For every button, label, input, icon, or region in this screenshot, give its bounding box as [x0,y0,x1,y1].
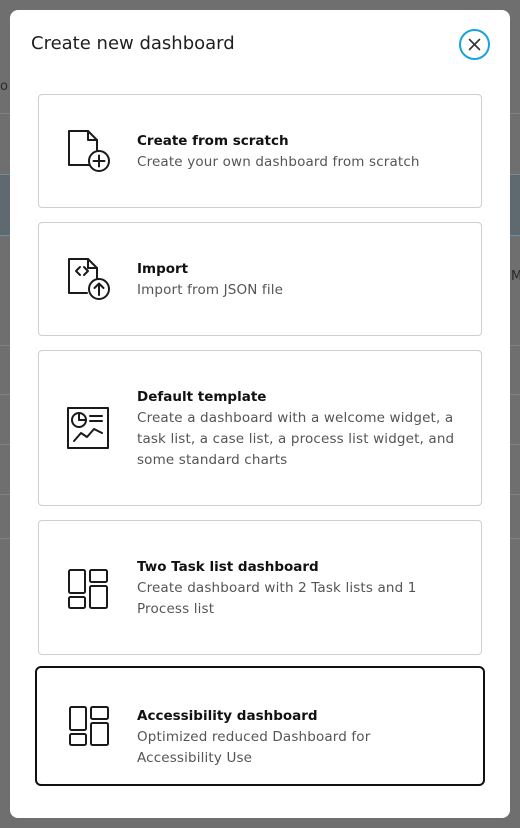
option-description: Optimized reduced Dashboard for Accessib… [137,729,371,766]
option-title: Default template [137,389,267,405]
background-text-fragment: M [511,269,520,284]
option-title: Create from scratch [137,133,289,149]
close-button[interactable] [459,29,490,60]
background-text-fragment: o [0,79,8,94]
create-dashboard-dialog: Create new dashboard Create from scratch… [10,10,510,818]
option-description: Import from JSON file [137,282,284,298]
option-description: Create your own dashboard from scratch [137,154,420,170]
option-create-from-scratch[interactable]: Create from scratch Create your own dash… [38,94,482,208]
option-description: Create a dashboard with a welcome widget… [137,410,455,468]
option-two-task-list-dashboard[interactable]: Two Task list dashboard Create dashboard… [38,520,482,655]
option-title: Import [137,261,189,277]
option-description: Create dashboard with 2 Task lists and 1… [137,580,417,617]
option-accessibility-dashboard[interactable]: Accessibility dashboard Optimized reduce… [35,666,485,786]
file-import-icon [65,256,111,302]
chart-template-icon [65,405,111,451]
close-icon [468,38,481,51]
option-title: Accessibility dashboard [137,708,318,724]
layout-icon [66,703,112,749]
file-plus-icon [65,128,111,174]
dialog-title: Create new dashboard [31,33,235,54]
layout-icon [65,566,111,612]
option-default-template[interactable]: Default template Create a dashboard with… [38,350,482,506]
option-title: Two Task list dashboard [137,559,319,575]
option-import[interactable]: Import Import from JSON file [38,222,482,336]
